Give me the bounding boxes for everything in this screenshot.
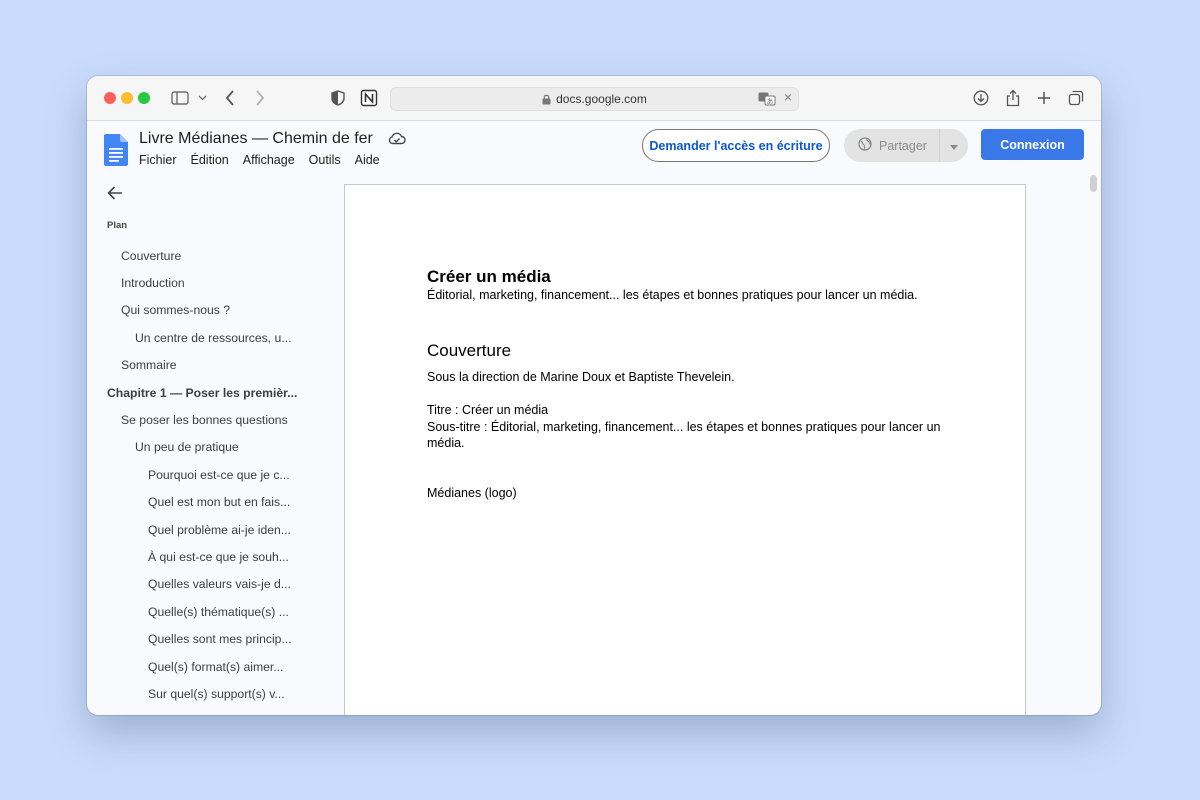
notion-extension-icon[interactable]: [359, 86, 379, 110]
docs-logo-icon[interactable]: [104, 134, 128, 171]
privacy-shield-icon[interactable]: [329, 86, 347, 110]
outline-item[interactable]: Chapitre 1 — Poser les premièr...: [87, 379, 344, 406]
request-edit-access-button[interactable]: Demander l'accès en écriture: [642, 129, 830, 162]
outline-item[interactable]: Quelle(s) thématique(s) ...: [87, 598, 344, 625]
outline-sidebar: Plan Couverture Introduction Qui sommes-…: [87, 184, 344, 715]
close-icon[interactable]: ×: [784, 89, 792, 105]
tab-overview-icon[interactable]: [1066, 86, 1086, 110]
browser-toolbar: docs.google.com あ ×: [87, 76, 1101, 121]
direction-paragraph: Sous la direction de Marine Doux et Bapt…: [427, 369, 735, 384]
sidebar-toggle-icon[interactable]: [170, 86, 190, 110]
cloud-saved-icon[interactable]: [388, 132, 406, 150]
translate-icon[interactable]: あ: [758, 92, 776, 109]
close-window-button[interactable]: [104, 92, 116, 104]
document-page[interactable]: Créer un média Éditorial, marketing, fin…: [344, 184, 1026, 715]
chevron-down-icon[interactable]: [196, 86, 208, 110]
share-label: Partager: [879, 138, 927, 153]
outline-item[interactable]: Quel problème ai-je iden...: [87, 516, 344, 543]
globe-icon: [858, 137, 872, 154]
outline-heading: Plan: [107, 220, 128, 231]
outline-item[interactable]: Quel est mon but en fais...: [87, 489, 344, 516]
menu-edition[interactable]: Édition: [191, 153, 229, 167]
outline-list: Couverture Introduction Qui sommes-nous …: [87, 242, 344, 708]
url-text: docs.google.com: [556, 92, 647, 106]
svg-text:あ: あ: [767, 98, 774, 106]
outline-item[interactable]: Qui sommes-nous ?: [87, 297, 344, 324]
menu-aide[interactable]: Aide: [355, 153, 380, 167]
document-subtitle: Éditorial, marketing, financement... les…: [427, 288, 918, 302]
share-options-button[interactable]: [940, 139, 968, 153]
document-body: Créer un média Éditorial, marketing, fin…: [427, 267, 947, 501]
share-button[interactable]: Partager: [844, 129, 968, 162]
share-sheet-icon[interactable]: [1003, 86, 1023, 110]
menu-fichier[interactable]: Fichier: [139, 153, 177, 167]
minimize-window-button[interactable]: [121, 92, 133, 104]
docs-menubar: Fichier Édition Affichage Outils Aide: [139, 153, 380, 167]
section-heading: Couverture: [427, 340, 512, 360]
outline-item[interactable]: Se poser les bonnes questions: [87, 406, 344, 433]
address-bar[interactable]: docs.google.com あ ×: [390, 87, 799, 111]
titre-paragraph: Titre : Créer un média: [427, 403, 549, 417]
forward-nav-icon[interactable]: [252, 86, 268, 110]
document-title[interactable]: Livre Médianes — Chemin de fer: [139, 130, 373, 148]
outline-item[interactable]: Introduction: [87, 269, 344, 296]
back-nav-icon[interactable]: [222, 86, 238, 110]
logo-paragraph: Médianes (logo): [427, 485, 517, 500]
caret-down-icon: [950, 139, 958, 153]
lock-icon: [542, 94, 551, 105]
outline-item[interactable]: Sur quel(s) support(s) v...: [87, 680, 344, 707]
outline-item[interactable]: Quel(s) format(s) aimer...: [87, 653, 344, 680]
browser-window: docs.google.com あ × Livre Médianes — Che…: [87, 76, 1101, 715]
outline-item[interactable]: Un centre de ressources, u...: [87, 324, 344, 351]
zoom-window-button[interactable]: [138, 92, 150, 104]
document-heading: Créer un média: [427, 267, 551, 286]
menu-outils[interactable]: Outils: [309, 153, 341, 167]
arrow-back-icon[interactable]: [107, 186, 123, 205]
download-icon[interactable]: [971, 86, 991, 110]
sous-titre-paragraph: Sous-titre : Éditorial, marketing, finan…: [427, 419, 941, 451]
menu-affichage[interactable]: Affichage: [243, 153, 295, 167]
outline-item[interactable]: Sommaire: [87, 352, 344, 379]
outline-item[interactable]: À qui est-ce que je souh...: [87, 543, 344, 570]
new-tab-icon[interactable]: [1034, 86, 1054, 110]
outline-item[interactable]: Quelles sont mes princip...: [87, 625, 344, 652]
outline-item[interactable]: Pourquoi est-ce que je c...: [87, 461, 344, 488]
outline-item[interactable]: Quelles valeurs vais-je d...: [87, 571, 344, 598]
docs-header: Livre Médianes — Chemin de fer Fichier É…: [87, 122, 1101, 184]
scrollbar-thumb[interactable]: [1090, 175, 1097, 192]
login-button[interactable]: Connexion: [981, 129, 1084, 160]
share-main-button[interactable]: Partager: [844, 129, 940, 162]
outline-item[interactable]: Couverture: [87, 242, 344, 269]
outline-item[interactable]: Un peu de pratique: [87, 434, 344, 461]
